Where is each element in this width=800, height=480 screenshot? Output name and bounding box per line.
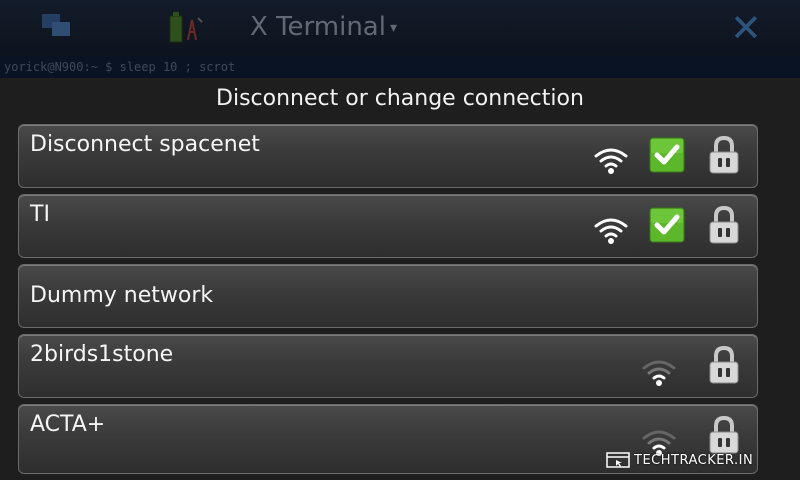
- app-switcher-icon: [42, 14, 70, 36]
- network-label: Dummy network: [30, 283, 214, 308]
- checkmark-icon: [649, 207, 685, 243]
- wifi-strong-icon: [594, 148, 628, 174]
- network-row-2birds1stone[interactable]: 2birds1stone: [18, 334, 758, 398]
- browser-window-icon: [606, 452, 630, 468]
- checkmark-icon: [649, 137, 685, 173]
- lock-icon: [709, 205, 739, 244]
- network-label: Disconnect spacenet: [30, 132, 260, 157]
- wifi-strong-icon: [594, 218, 628, 244]
- wifi-weak-icon: [642, 360, 676, 386]
- network-label: ACTA+: [30, 412, 106, 437]
- dialog-title: Disconnect or change connection: [216, 86, 584, 111]
- background-app-title: X Terminal: [250, 12, 386, 42]
- watermark: TECHTRACKER.IN: [606, 452, 753, 468]
- network-row-ti[interactable]: TI: [18, 194, 758, 258]
- screen: X Terminal ▾ ✕ yorick@N900:~ $ sleep 10 …: [0, 0, 800, 480]
- background-app: X Terminal ▾ ✕ yorick@N900:~ $ sleep 10 …: [0, 0, 800, 78]
- terminal-line: yorick@N900:~ $ sleep 10 ; scrot: [0, 56, 800, 78]
- watermark-text: TECHTRACKER.IN: [634, 452, 754, 468]
- network-label: TI: [30, 202, 50, 227]
- lock-icon: [709, 135, 739, 174]
- network-row-spacenet[interactable]: Disconnect spacenet: [18, 124, 758, 188]
- chevron-down-icon: ▾: [390, 20, 398, 36]
- connection-dialog: Disconnect or change connection Disconne…: [0, 78, 800, 480]
- status-battery-icon: [169, 12, 203, 43]
- lock-icon: [709, 415, 739, 454]
- network-label: 2birds1stone: [30, 342, 174, 367]
- close-icon: ✕: [730, 6, 762, 50]
- network-row-dummy[interactable]: Dummy network: [18, 264, 758, 328]
- lock-icon: [709, 345, 739, 384]
